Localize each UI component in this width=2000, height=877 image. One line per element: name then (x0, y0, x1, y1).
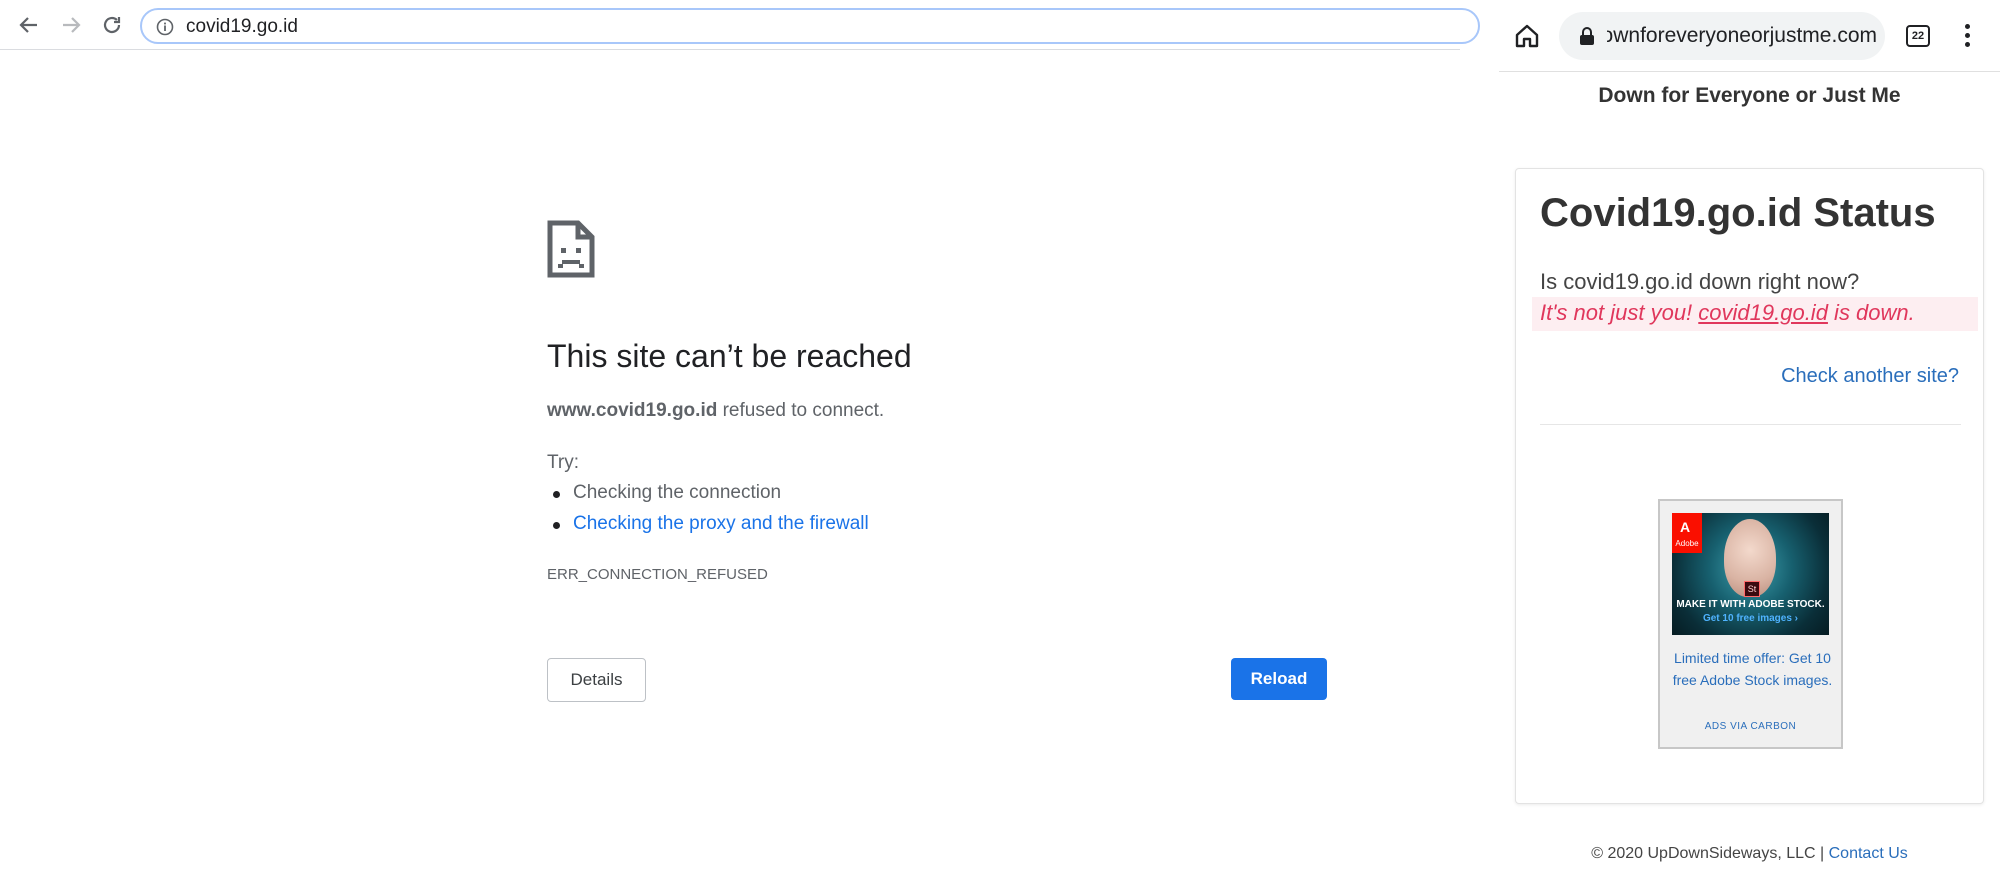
site-title: Down for Everyone or Just Me (1598, 84, 1901, 107)
ad-image[interactable]: A Adobe St MAKE IT WITH ADOBE STOCK. Get … (1672, 513, 1829, 635)
address-bar[interactable]: covid19.go.id (140, 8, 1480, 44)
mobile-toolbar: downforeveryoneorjustme.com 22 (1499, 0, 2000, 72)
details-button[interactable]: Details (547, 658, 646, 702)
error-code: ERR_CONNECTION_REFUSED (547, 566, 768, 583)
status-question: Is covid19.go.id down right now? (1540, 269, 1860, 294)
check-another-site-link[interactable]: Check another site? (1781, 365, 1959, 388)
home-icon[interactable] (1513, 22, 1541, 50)
adobe-logo: A Adobe (1672, 513, 1702, 553)
answer-prefix: It's not just you! (1540, 300, 1699, 325)
footer-copyright: © 2020 UpDownSideways, LLC | (1591, 845, 1829, 862)
suggestion-list: Checking the connection Checking the pro… (553, 482, 869, 544)
footer: © 2020 UpDownSideways, LLC | Contact Us (1499, 845, 2000, 863)
card-divider (1540, 424, 1961, 425)
adobe-logo-text: Adobe (1675, 539, 1699, 548)
status-answer-text: It's not just you! covid19.go.id is down… (1540, 300, 1915, 326)
back-arrow-icon (19, 17, 37, 33)
mobile-browser: downforeveryoneorjustme.com 22 Down for … (1499, 0, 2000, 877)
answer-suffix: is down. (1827, 300, 1915, 325)
suggestion-check-proxy-link[interactable]: Checking the proxy and the firewall (553, 513, 869, 544)
status-answer: It's not just you! covid19.go.id is down… (1532, 297, 1978, 331)
try-label: Try: (547, 452, 580, 473)
info-icon[interactable] (156, 18, 174, 36)
mobile-url[interactable]: downforeveryoneorjustme.com (1607, 24, 1877, 48)
overflow-menu-icon[interactable] (1965, 24, 1971, 51)
stock-badge: St (1744, 581, 1760, 597)
ad-text-link[interactable]: Limited time offer: Get 10 free Adobe St… (1672, 647, 1833, 691)
lock-icon (1580, 27, 1594, 45)
status-title: Covid19.go.id Status (1540, 191, 1936, 235)
browser-toolbar: covid19.go.id (0, 0, 1480, 50)
suggestion-check-connection: Checking the connection (553, 482, 869, 513)
error-title: This site can’t be reached (547, 338, 912, 374)
answer-site-link[interactable]: covid19.go.id (1698, 300, 1828, 325)
status-card: Covid19.go.id Status Is covid19.go.id do… (1515, 168, 1984, 804)
tab-switcher-button[interactable]: 22 (1906, 25, 1930, 47)
ads-via-carbon-link[interactable]: ADS VIA CARBON (1660, 721, 1841, 732)
ad-headline: MAKE IT WITH ADOBE STOCK. (1676, 599, 1825, 610)
forward-arrow-icon (63, 17, 81, 33)
forward-button[interactable] (56, 10, 86, 40)
reload-page-button[interactable] (97, 10, 127, 40)
reload-button[interactable]: Reload (1231, 658, 1327, 700)
error-host: www.covid19.go.id (547, 400, 718, 421)
error-message: www.covid19.go.id refused to connect. (547, 400, 884, 422)
contact-us-link[interactable]: Contact Us (1829, 845, 1908, 862)
refresh-icon (103, 16, 121, 34)
error-message-text: refused to connect. (717, 400, 885, 421)
desktop-browser: covid19.go.id This site can’t be reached… (0, 0, 1480, 877)
mobile-address-bar[interactable]: downforeveryoneorjustme.com (1559, 12, 1885, 60)
address-bar-url[interactable]: covid19.go.id (186, 16, 298, 38)
carbon-ad[interactable]: A Adobe St MAKE IT WITH ADOBE STOCK. Get … (1658, 499, 1843, 749)
back-button[interactable] (14, 10, 44, 40)
sad-page-icon (547, 220, 595, 278)
ad-subline: Get 10 free images › (1702, 613, 1799, 624)
